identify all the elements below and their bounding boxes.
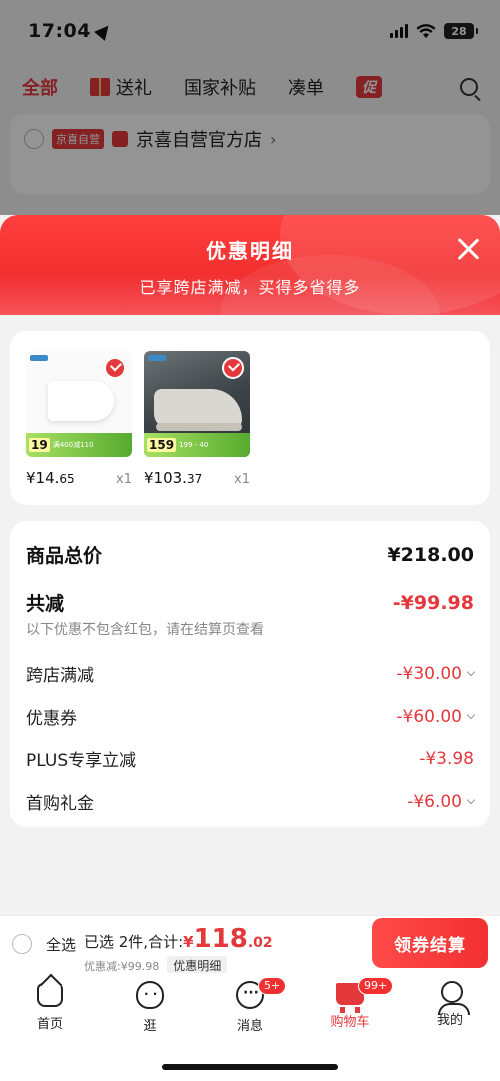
sock-image xyxy=(48,381,114,421)
profile-icon xyxy=(438,981,470,1015)
background-page: 17:04 28 全部 送礼 国家补贴 凑单 促 京喜自营 京喜自营官方店 › xyxy=(0,0,500,215)
tag-price: 19 xyxy=(29,438,50,452)
discount-value: -¥3.98 xyxy=(419,748,474,769)
shoe-sole xyxy=(156,423,242,431)
overlay-dim[interactable] xyxy=(0,0,500,215)
discount-row[interactable]: 首购礼金 -¥6.00 xyxy=(26,789,476,814)
product-qty: x1 xyxy=(234,472,250,487)
promo-price-tag: 159 199 - 40 xyxy=(144,433,250,457)
tag-price: 159 xyxy=(147,438,177,452)
product-item[interactable]: 159 199 - 40 ¥103.37 x1 xyxy=(144,351,250,487)
home-indicator xyxy=(162,1064,338,1070)
discount-value: -¥30.00 xyxy=(396,664,476,684)
checked-icon[interactable] xyxy=(104,357,126,379)
discount-value: -¥60.00 xyxy=(396,707,476,727)
discount-text: 优惠减:¥99.98 xyxy=(84,959,160,973)
discount-details: 商品总价 ¥218.00 共减 -¥99.98 以下优惠不包含红包，请在结算页查… xyxy=(10,521,490,827)
chevron-down-icon xyxy=(466,667,476,676)
promo-price-tag: 19 满400减110 xyxy=(26,433,132,457)
tab-messages-label: 消息 xyxy=(236,1019,263,1034)
brand-logo-icon xyxy=(148,355,166,361)
select-all-label[interactable]: 全选 xyxy=(46,934,76,955)
select-all-radio[interactable] xyxy=(12,934,32,954)
reduce-label: 共减 xyxy=(26,593,65,615)
product-price: ¥103.37 xyxy=(144,469,203,487)
discount-row: PLUS专享立减 -¥3.98 xyxy=(26,746,474,772)
product-price: ¥14.65 xyxy=(26,469,75,487)
sheet-header: 优惠明细 已享跨店满减，买得多省得多 xyxy=(0,215,500,315)
reduce-row: 共减 -¥99.98 xyxy=(26,589,474,616)
tab-home[interactable]: 首页 xyxy=(10,981,90,1081)
cart-badge: 99+ xyxy=(358,977,394,995)
stroll-icon xyxy=(136,981,164,1009)
checkout-summary: 已选 2件,合计:¥118.02 xyxy=(84,924,273,954)
sheet-subtitle: 已享跨店满减，买得多省得多 xyxy=(139,278,361,297)
tag-text: 199 - 40 xyxy=(179,440,209,449)
total-amount: ¥118.02 xyxy=(183,924,273,954)
product-qty: x1 xyxy=(116,472,132,487)
discount-label: 优惠券 xyxy=(26,709,77,729)
product-meta: ¥14.65 x1 xyxy=(26,469,132,487)
discount-row[interactable]: 跨店满减 -¥30.00 xyxy=(26,661,476,686)
discount-label: 首购礼金 xyxy=(26,794,94,814)
checked-icon[interactable] xyxy=(222,357,244,379)
total-label: 商品总价 xyxy=(26,545,103,567)
tab-home-label: 首页 xyxy=(36,1017,63,1032)
product-image: 19 满400减110 xyxy=(26,351,132,457)
tab-cart-label: 购物车 xyxy=(330,1015,370,1030)
discount-detail-sheet: 优惠明细 已享跨店满减，买得多省得多 19 满400减110 ¥14.65 x1 xyxy=(0,215,500,915)
selected-products: 19 满400减110 ¥14.65 x1 159 199 - 40 ¥103.… xyxy=(10,331,490,505)
reduce-note: 以下优惠不包含红包，请在结算页查看 xyxy=(26,622,264,638)
reduce-value: -¥99.98 xyxy=(392,591,474,614)
checkout-bar: 全选 已选 2件,合计:¥118.02 优惠减:¥99.98 优惠明细 领券结算 xyxy=(0,915,500,975)
sheet-title: 优惠明细 xyxy=(206,239,294,263)
close-icon[interactable] xyxy=(456,237,480,261)
message-badge: 5+ xyxy=(258,977,287,995)
product-image: 159 199 - 40 xyxy=(144,351,250,457)
tab-stroll-label: 逛 xyxy=(143,1019,157,1034)
total-value: ¥218.00 xyxy=(387,543,474,566)
discount-row[interactable]: 优惠券 -¥60.00 xyxy=(26,704,476,729)
discount-label: 跨店满减 xyxy=(26,666,94,686)
home-icon xyxy=(37,983,63,1007)
discount-value: -¥6.00 xyxy=(407,792,476,812)
chevron-down-icon xyxy=(466,795,476,804)
tab-me[interactable]: 我的 xyxy=(410,981,490,1081)
discount-label: PLUS专享立减 xyxy=(26,751,137,771)
tag-text: 满400减110 xyxy=(52,440,94,449)
product-item[interactable]: 19 满400减110 ¥14.65 x1 xyxy=(26,351,132,487)
summary-prefix: 已选 2件,合计: xyxy=(84,933,184,951)
checkout-button[interactable]: 领券结算 xyxy=(372,918,488,968)
total-row: 商品总价 ¥218.00 xyxy=(26,541,474,568)
brand-logo-icon xyxy=(30,355,48,361)
product-meta: ¥103.37 x1 xyxy=(144,469,250,487)
chevron-down-icon xyxy=(466,710,476,719)
